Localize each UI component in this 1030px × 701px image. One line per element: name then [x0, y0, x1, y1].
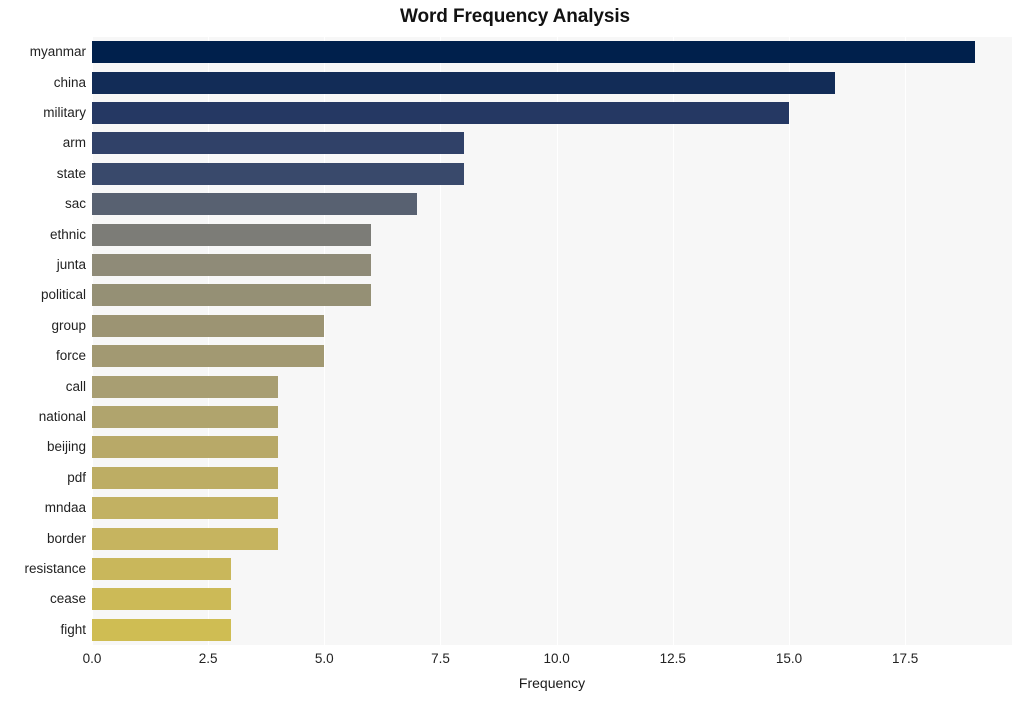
bar-beijing[interactable] [92, 436, 278, 459]
chart-title: Word Frequency Analysis [400, 6, 630, 27]
plot-area [92, 37, 1012, 645]
x-tick-7.5: 7.5 [431, 651, 450, 666]
y-tick-political: political [40, 287, 86, 303]
bar-row[interactable] [92, 162, 1012, 185]
x-tick-0.0: 0.0 [82, 651, 102, 666]
bar-row[interactable] [92, 345, 1012, 368]
bar-military[interactable] [92, 102, 789, 124]
bar-row[interactable] [92, 375, 1012, 398]
bar-fight[interactable] [92, 618, 232, 641]
y-tick-beijing: beijing [46, 439, 86, 455]
y-tick-myanmar: myanmar [29, 44, 86, 60]
bar-cease[interactable] [92, 588, 232, 611]
bar-call[interactable] [92, 375, 278, 398]
gridline [208, 37, 210, 645]
bar-row[interactable] [92, 314, 1012, 337]
x-tick-12.5: 12.5 [659, 651, 686, 666]
bar-national[interactable] [92, 406, 278, 428]
y-tick-fight: fight [60, 621, 86, 637]
x-tick-15.0: 15.0 [775, 651, 803, 666]
y-tick-sac: sac [64, 196, 86, 212]
bar-political[interactable] [92, 284, 371, 307]
y-tick-junta: junta [56, 257, 86, 272]
bar-mndaa[interactable] [92, 497, 278, 520]
x-axis-tick-labels: 0.0 2.5 5.0 7.5 10.0 12.5 15.0 17.5 [0, 651, 1030, 671]
gridline [905, 37, 907, 645]
y-tick-resistance: resistance [24, 561, 86, 576]
bar-resistance[interactable] [92, 558, 232, 580]
x-tick-10.0: 10.0 [543, 651, 570, 666]
gridline [324, 37, 326, 645]
x-tick-17.5: 17.5 [891, 651, 919, 666]
bar-group[interactable] [92, 314, 325, 337]
y-tick-cease: cease [49, 591, 86, 607]
gridline [556, 37, 558, 645]
bar-arm[interactable] [92, 132, 464, 155]
y-tick-mndaa: mndaa [44, 500, 86, 516]
gridline [672, 37, 674, 645]
bar-row[interactable] [92, 284, 1012, 307]
bar-row[interactable] [92, 436, 1012, 459]
y-tick-military: military [43, 105, 86, 120]
bar-china[interactable] [92, 71, 836, 94]
x-tick-2.5: 2.5 [198, 651, 218, 666]
y-tick-call: call [65, 378, 86, 394]
y-tick-china: china [53, 74, 86, 90]
bar-row[interactable] [92, 466, 1012, 489]
y-tick-border: border [46, 530, 86, 546]
bar-row[interactable] [92, 406, 1012, 428]
gridline [440, 37, 442, 645]
bar-pdf[interactable] [92, 466, 278, 489]
y-tick-ethnic: ethnic [49, 226, 86, 242]
bar-row[interactable] [92, 71, 1012, 94]
bar-row[interactable] [92, 223, 1012, 246]
gridline [788, 37, 790, 645]
bar-row[interactable] [92, 588, 1012, 611]
x-tick-5.0: 5.0 [314, 651, 334, 666]
bar-row[interactable] [92, 132, 1012, 155]
bar-row[interactable] [92, 497, 1012, 520]
bar-row[interactable] [92, 527, 1012, 550]
bar-junta[interactable] [92, 254, 371, 276]
bar-border[interactable] [92, 527, 278, 550]
bar-row[interactable] [92, 41, 1012, 64]
y-tick-pdf: pdf [67, 469, 86, 485]
y-tick-group: group [51, 317, 86, 333]
bar-state[interactable] [92, 162, 464, 185]
word-frequency-chart: Word Frequency Analysis myanmar china mili… [0, 0, 1030, 701]
bar-row[interactable] [92, 102, 1012, 124]
bar-row[interactable] [92, 618, 1012, 641]
bar-force[interactable] [92, 345, 325, 368]
y-tick-state: state [56, 165, 86, 181]
bar-row[interactable] [92, 254, 1012, 276]
y-tick-force: force [55, 348, 86, 364]
bar-myanmar[interactable] [92, 41, 975, 64]
y-tick-national: national [38, 409, 86, 424]
gridline [92, 37, 93, 645]
y-tick-arm: arm [62, 135, 86, 151]
bar-sac[interactable] [92, 193, 418, 216]
bar-ethnic[interactable] [92, 223, 371, 246]
x-axis-title: Frequency [518, 675, 586, 691]
bar-row[interactable] [92, 558, 1012, 580]
y-axis-labels: myanmar china military arm state sac ethnic jun… [0, 37, 86, 645]
bar-row[interactable] [92, 193, 1012, 216]
